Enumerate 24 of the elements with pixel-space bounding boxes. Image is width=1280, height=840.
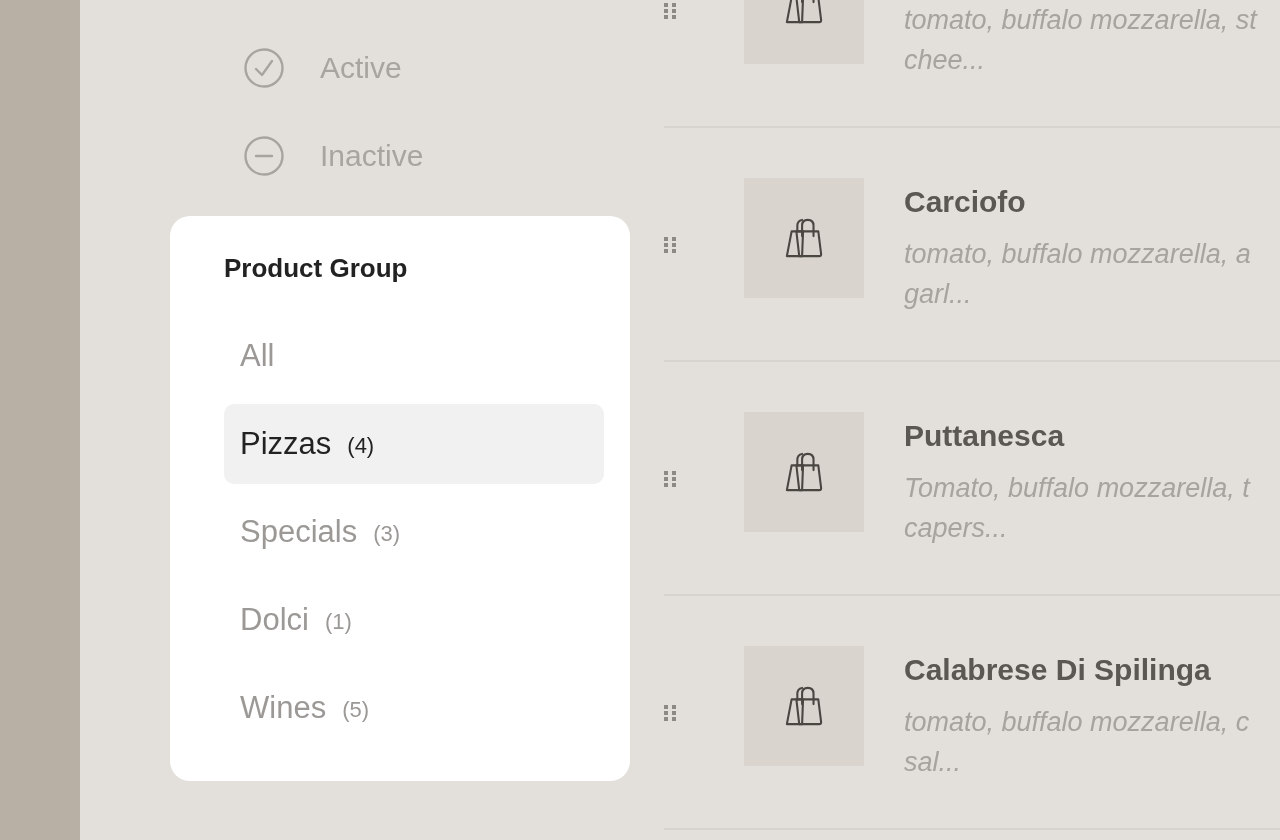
product-description: tomato, buffalo mozzarella, c sal... bbox=[904, 706, 1250, 779]
shopping-bag-icon bbox=[784, 218, 824, 258]
drag-handle-icon[interactable] bbox=[664, 705, 676, 721]
product-group-title: Product Group bbox=[224, 252, 409, 284]
drag-handle-icon[interactable] bbox=[664, 237, 676, 253]
minus-circle-icon[interactable] bbox=[244, 136, 284, 176]
status-filter-label[interactable]: Active bbox=[320, 51, 402, 85]
status-filter-label[interactable]: Inactive bbox=[320, 139, 424, 173]
product-name: Puttanesca bbox=[904, 418, 1066, 454]
product-description: Tomato, buffalo mozzarella, t capers... bbox=[904, 472, 1250, 545]
check-circle-icon[interactable] bbox=[244, 48, 284, 88]
product-group-item[interactable]: All bbox=[224, 316, 604, 396]
product-group-item[interactable]: Dolci (1) bbox=[224, 580, 604, 660]
product-group-item[interactable]: Pizzas (4) bbox=[224, 404, 604, 484]
product-description: tomato, buffalo mozzarella, a garl... bbox=[904, 238, 1251, 311]
product-description: tomato, buffalo mozzarella, st chee... bbox=[904, 4, 1257, 77]
drag-handle-icon[interactable] bbox=[664, 3, 676, 19]
product-name: Carciofo bbox=[904, 184, 1027, 220]
drag-handle-icon[interactable] bbox=[664, 471, 676, 487]
product-group-item[interactable]: Specials (3) bbox=[224, 492, 604, 572]
product-name: Calabrese Di Spilinga bbox=[904, 652, 1212, 688]
shopping-bag-icon bbox=[784, 452, 824, 492]
shopping-bag-icon bbox=[784, 686, 824, 726]
product-group-item[interactable]: Wines (5) bbox=[224, 668, 604, 748]
